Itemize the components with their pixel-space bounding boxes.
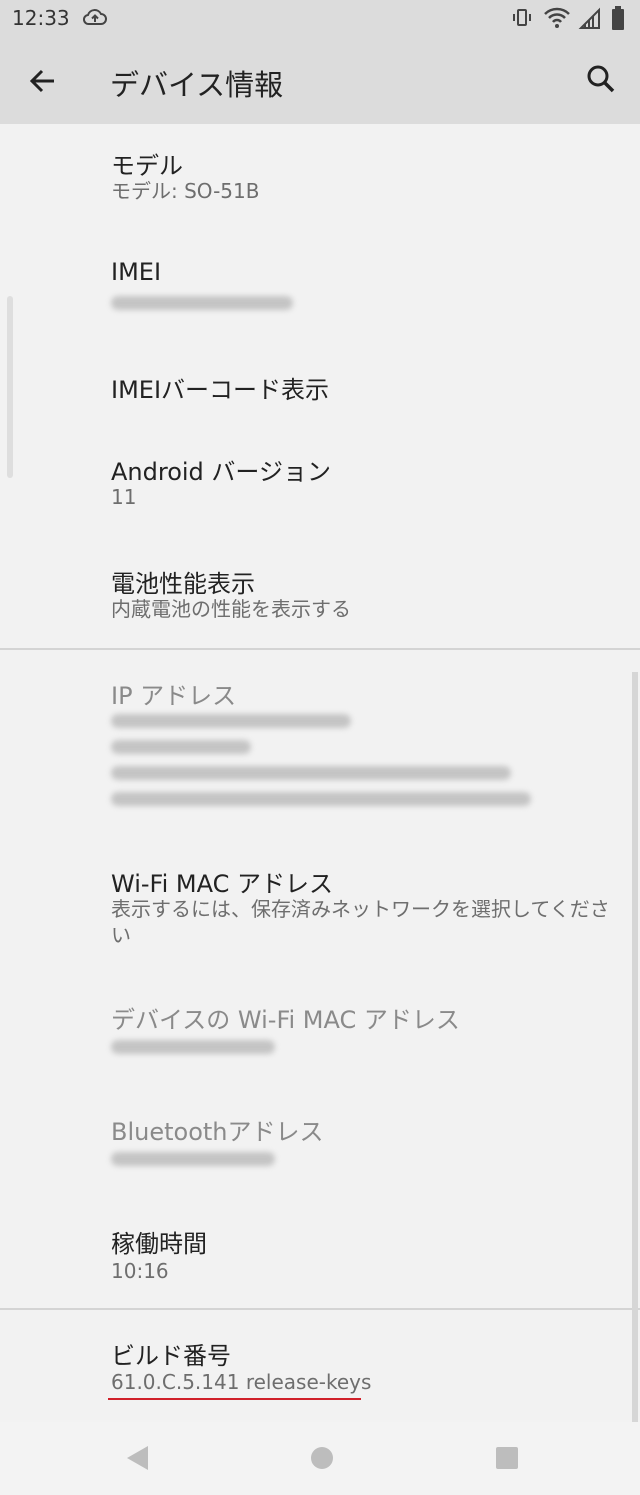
ip-address-blurred-line (111, 714, 351, 728)
circle-home-icon (302, 1447, 342, 1482)
list-item-android-version[interactable]: Android バージョン 11 (0, 430, 640, 536)
search-icon (580, 65, 622, 104)
list-item-device-wifi-mac: デバイスの Wi-Fi MAC アドレス (0, 978, 640, 1084)
build-number-title: ビルド番号 (111, 1342, 231, 1370)
list-item-imei[interactable]: IMEI (0, 236, 640, 342)
list-item-wifi-mac[interactable]: Wi-Fi MAC アドレス 表示するには、保存済みネットワークを選択してくださ… (0, 842, 640, 972)
model-title: モデル (111, 152, 183, 180)
vibrate-icon (510, 6, 534, 34)
ip-address-blurred-line (111, 766, 511, 780)
android-version-title: Android バージョン (111, 458, 331, 486)
uptime-value: 10:16 (111, 1259, 169, 1283)
divider (0, 648, 640, 650)
build-number-highlight-underline (108, 1398, 361, 1400)
list-item-battery[interactable]: 電池性能表示 内蔵電池の性能を表示する (0, 542, 640, 648)
list-item-bluetooth: Bluetoothアドレス (0, 1090, 640, 1196)
battery-subtitle: 内蔵電池の性能を表示する (111, 597, 351, 621)
imei-value-blurred (111, 296, 293, 310)
square-recents-icon (487, 1447, 527, 1482)
page-title: デバイス情報 (110, 68, 284, 102)
imei-title: IMEI (111, 258, 162, 286)
back-button[interactable] (22, 60, 64, 102)
battery-title: 電池性能表示 (111, 570, 255, 598)
ip-address-blurred-line (111, 740, 251, 754)
scrollbar[interactable] (632, 672, 638, 1422)
nav-back-button[interactable] (118, 1438, 158, 1478)
model-subtitle: モデル: SO-51B (111, 179, 260, 203)
list-item-uptime[interactable]: 稼働時間 10:16 (0, 1202, 640, 1308)
list-item-ip-address: IP アドレス (0, 652, 640, 832)
divider (0, 1308, 640, 1310)
device-wifi-mac-blurred (111, 1040, 275, 1054)
list-item-imei-barcode[interactable]: IMEIバーコード表示 (0, 348, 640, 428)
search-button[interactable] (580, 58, 622, 100)
uptime-title: 稼働時間 (111, 1230, 207, 1258)
ip-address-blurred-line (111, 792, 531, 806)
ip-address-title: IP アドレス (111, 682, 237, 710)
bluetooth-title: Bluetoothアドレス (111, 1118, 324, 1146)
wifi-mac-subtitle: 表示するには、保存済みネットワークを選択してください (111, 897, 610, 947)
build-number-value: 61.0.C.5.141 release-keys (111, 1370, 372, 1394)
status-bar: 12:33 (0, 0, 640, 36)
battery-icon (611, 6, 625, 36)
app-bar: デバイス情報 (0, 36, 640, 124)
imei-barcode-title: IMEIバーコード表示 (111, 376, 330, 404)
status-time: 12:33 (12, 6, 70, 30)
bluetooth-blurred (111, 1152, 275, 1166)
signal-icon (578, 6, 602, 34)
list-item-build-number[interactable]: ビルド番号 61.0.C.5.141 release-keys (0, 1312, 640, 1420)
wifi-mac-title: Wi-Fi MAC アドレス (111, 870, 333, 898)
nav-home-button[interactable] (302, 1438, 342, 1478)
nav-recents-button[interactable] (487, 1438, 527, 1478)
arrow-back-icon (22, 69, 64, 106)
device-wifi-mac-title: デバイスの Wi-Fi MAC アドレス (111, 1006, 460, 1034)
wifi-icon (542, 6, 572, 34)
android-version-value: 11 (111, 485, 137, 509)
navigation-bar (0, 1422, 640, 1495)
list-item-model[interactable]: モデル モデル: SO-51B (0, 124, 640, 230)
triangle-back-icon (118, 1446, 158, 1482)
cloud-upload-icon (82, 6, 108, 34)
